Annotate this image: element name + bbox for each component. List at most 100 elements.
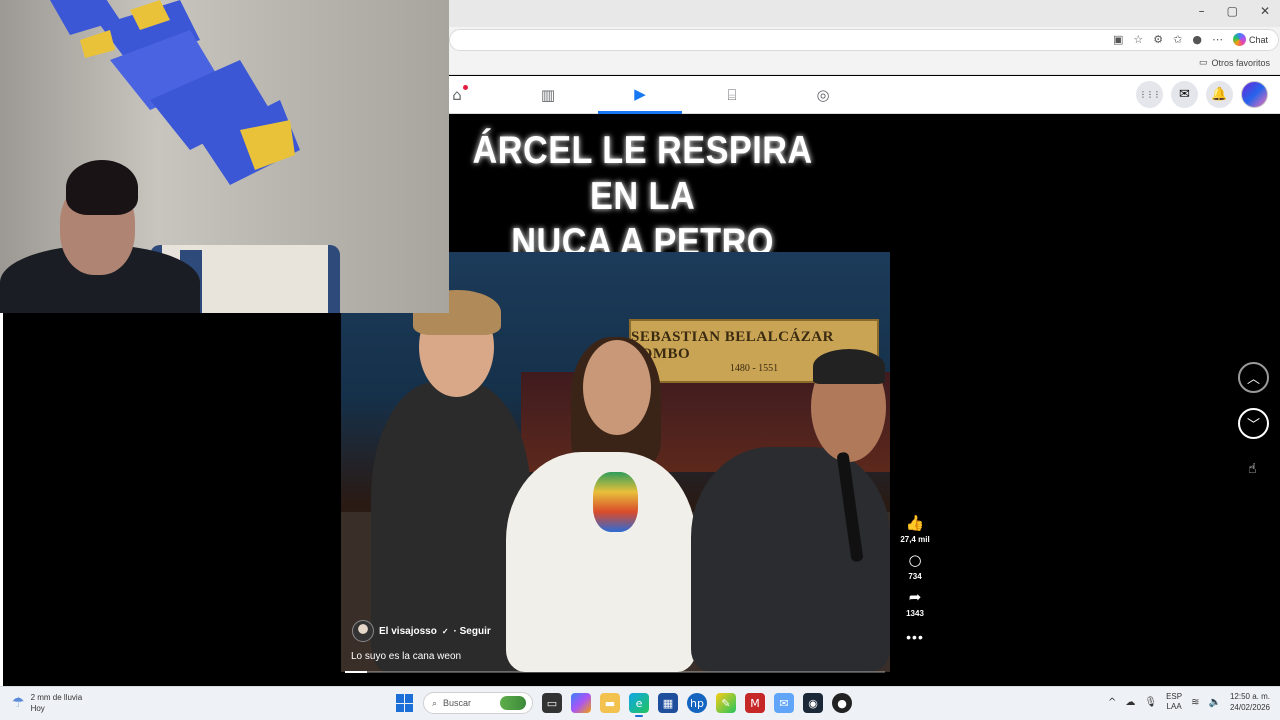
clock-date: 24/02/2026 bbox=[1229, 703, 1270, 712]
other-favorites-label: Otros favoritos bbox=[1211, 57, 1270, 68]
author-name[interactable]: El visajosso bbox=[379, 626, 437, 637]
lang-line2: LAA bbox=[1166, 702, 1182, 711]
thumbs-up-icon: 👍 bbox=[905, 514, 925, 532]
folder-icon: ▭ bbox=[1198, 57, 1208, 67]
start-logo-tile bbox=[405, 703, 413, 712]
copilot-chat-button[interactable]: Chat bbox=[1232, 33, 1268, 46]
steam-icon[interactable]: ◉ bbox=[803, 693, 823, 713]
taskbar-apps: ⌕ Buscar ▭ ▬ e ▦ hp ✎ M ✉ ◉ ● bbox=[396, 692, 852, 717]
video-progress-fill bbox=[345, 671, 367, 673]
tab-marketplace[interactable]: ⌸ bbox=[690, 76, 774, 114]
webcam-overlay bbox=[0, 0, 449, 313]
video-author: El visajosso ✓ · Seguir bbox=[352, 620, 491, 642]
start-logo-tile bbox=[396, 694, 404, 703]
record-app-icon[interactable]: ● bbox=[832, 693, 852, 713]
streamer-hair bbox=[66, 160, 138, 215]
close-button[interactable]: ✕ bbox=[1260, 4, 1270, 18]
favorites-icon[interactable]: ✩ bbox=[1173, 33, 1182, 46]
home-icon: ⌂ bbox=[452, 86, 462, 104]
necklace bbox=[593, 472, 638, 532]
weather-line2: Hoy bbox=[30, 704, 45, 713]
chat-label: Chat bbox=[1248, 34, 1268, 45]
volume-icon[interactable]: 🔈 bbox=[1209, 697, 1221, 708]
start-button[interactable] bbox=[396, 694, 414, 712]
share-button[interactable]: ➦ 1343 bbox=[906, 588, 924, 618]
video-icon: ▶ bbox=[634, 84, 646, 103]
more-menu-icon[interactable]: ⋯ bbox=[1212, 33, 1223, 46]
reel-navigation: ︿ ﹀ bbox=[1238, 362, 1269, 439]
marketplace-icon: ⌸ bbox=[727, 86, 737, 104]
weather-line1: 2 mm de lluvia bbox=[30, 693, 83, 702]
previous-reel-button[interactable]: ︿ bbox=[1238, 362, 1269, 393]
follow-button[interactable]: · Seguir bbox=[454, 626, 491, 637]
start-logo-tile bbox=[405, 694, 413, 703]
like-button[interactable]: 👍 27,4 mil bbox=[900, 514, 929, 544]
reel-title-text: ÁRCEL LE RESPIRA EN LA NUCA A PETRO bbox=[472, 129, 813, 264]
other-favorites-folder[interactable]: ▭ Otros favoritos bbox=[1199, 57, 1270, 68]
notification-dot bbox=[463, 85, 468, 90]
next-reel-button[interactable]: ﹀ bbox=[1238, 408, 1269, 439]
more-options-icon[interactable]: ••• bbox=[906, 629, 924, 645]
copilot-app-icon[interactable] bbox=[571, 693, 591, 713]
file-explorer-icon[interactable]: ▬ bbox=[600, 693, 620, 713]
menu-grid-button[interactable]: ⋮⋮⋮ bbox=[1136, 81, 1163, 108]
messenger-button[interactable]: ✉ bbox=[1171, 81, 1198, 108]
microphone-icon[interactable]: 🎙 bbox=[1144, 697, 1157, 708]
plaque-years: 1480 - 1551 bbox=[729, 362, 779, 374]
favorite-star-icon[interactable]: ☆ bbox=[1133, 33, 1143, 46]
chevron-up-icon: ︿ bbox=[1246, 372, 1260, 387]
video-player[interactable]: SEBASTIAN BELALCÁZAR POMBO 1480 - 1551 bbox=[341, 252, 890, 672]
video-progress-bar[interactable] bbox=[345, 671, 885, 673]
copilot-icon bbox=[1232, 33, 1246, 46]
maximize-button[interactable]: ▢ bbox=[1227, 4, 1238, 18]
mcafee-icon[interactable]: M bbox=[745, 693, 765, 713]
person-center-head bbox=[583, 340, 651, 435]
split-screen-icon[interactable]: ▣ bbox=[1113, 33, 1123, 46]
profile-avatar[interactable] bbox=[1241, 81, 1268, 108]
search-highlight-icon bbox=[500, 696, 526, 710]
weather-widget[interactable]: ☂ 2 mm de lluvia Hoy bbox=[12, 692, 82, 714]
system-tray: ^ ☁ 🎙 ESP LAA ≋ 🔈 12:50 a. m. 24/02/2026 bbox=[1108, 691, 1270, 713]
address-bar-icons: ▣ ☆ ⚙ ✩ ● ⋯ Chat bbox=[1113, 33, 1268, 46]
author-avatar[interactable] bbox=[352, 620, 374, 642]
minimize-button[interactable]: – bbox=[1199, 4, 1205, 18]
comment-count: 734 bbox=[908, 572, 922, 581]
video-caption: Lo suyo es la cana weon bbox=[351, 651, 462, 662]
windows-taskbar: ☂ 2 mm de lluvia Hoy ⌕ Buscar ▭ ▬ e ▦ hp… bbox=[0, 686, 1280, 720]
search-icon: ⌕ bbox=[432, 697, 438, 708]
share-count: 1343 bbox=[906, 609, 924, 618]
address-bar[interactable]: ▣ ☆ ⚙ ✩ ● ⋯ Chat bbox=[449, 29, 1279, 51]
task-view-icon[interactable]: ▭ bbox=[542, 693, 562, 713]
chevron-up-icon[interactable]: ^ bbox=[1108, 697, 1116, 708]
mail-icon[interactable]: ✉ bbox=[774, 693, 794, 713]
bell-icon: 🔔 bbox=[1211, 87, 1228, 102]
search-placeholder: Buscar bbox=[443, 698, 472, 708]
edge-browser-icon[interactable]: e bbox=[629, 693, 649, 717]
messenger-icon: ✉ bbox=[1179, 87, 1190, 102]
tab-video[interactable]: ▶ bbox=[598, 76, 682, 114]
profile-icon[interactable]: ● bbox=[1192, 33, 1202, 46]
comment-button[interactable]: ○ 734 bbox=[908, 551, 921, 581]
notifications-button[interactable]: 🔔 bbox=[1206, 81, 1233, 108]
person-right-hair bbox=[813, 349, 885, 384]
cloud-icon[interactable]: ☁ bbox=[1125, 697, 1135, 708]
screen: – ▢ ✕ ▣ ☆ ⚙ ✩ ● ⋯ Chat ▭ Otros favoritos bbox=[0, 0, 1280, 720]
tab-dashboard[interactable]: ▥ bbox=[506, 76, 590, 114]
dashboard-icon: ▥ bbox=[540, 86, 556, 104]
chevron-down-icon: ﹀ bbox=[1246, 418, 1260, 433]
store-icon[interactable]: ▦ bbox=[658, 693, 678, 713]
gaming-icon: ◎ bbox=[816, 86, 830, 104]
clock-time: 12:50 a. m. bbox=[1229, 692, 1270, 701]
taskbar-search[interactable]: ⌕ Buscar bbox=[423, 692, 533, 714]
grid-icon: ⋮⋮⋮ bbox=[1139, 90, 1161, 99]
verified-icon: ✓ bbox=[441, 626, 449, 636]
clock[interactable]: 12:50 a. m. 24/02/2026 bbox=[1230, 691, 1270, 713]
window-controls: – ▢ ✕ bbox=[1199, 4, 1270, 18]
extensions-icon[interactable]: ⚙ bbox=[1153, 33, 1163, 46]
wifi-icon[interactable]: ≋ bbox=[1191, 697, 1199, 708]
language-indicator[interactable]: ESP LAA bbox=[1166, 692, 1182, 712]
tab-gaming[interactable]: ◎ bbox=[781, 76, 865, 114]
start-logo-tile bbox=[396, 703, 404, 712]
hp-app-icon[interactable]: hp bbox=[687, 693, 707, 713]
sticky-notes-icon[interactable]: ✎ bbox=[716, 693, 736, 713]
